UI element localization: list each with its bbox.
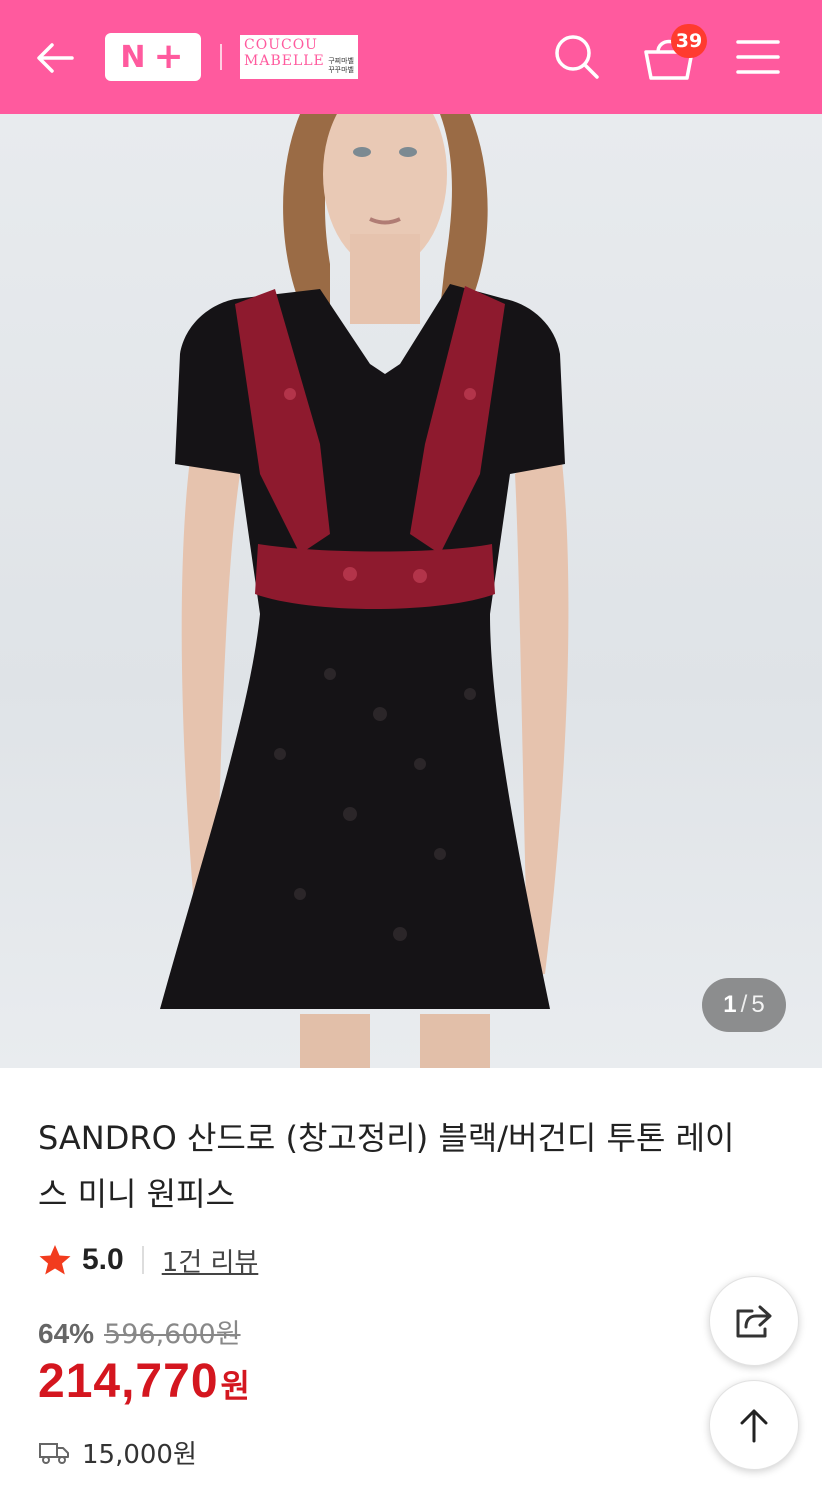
header-divider	[220, 44, 222, 70]
discount-row: 64% 596,600원	[38, 1312, 241, 1351]
brand-logo-line1: COUCOU	[244, 37, 318, 53]
image-counter-current: 1	[723, 991, 737, 1018]
product-title: SANDRO 산드로 (창고정리) 블랙/버건디 투톤 레이스 미니 원피스	[38, 1119, 735, 1213]
nplus-logo-text: N	[120, 39, 148, 75]
rating-row: 5.0 1건 리뷰	[38, 1240, 258, 1280]
image-counter-separator: /	[740, 991, 748, 1018]
share-button[interactable]	[709, 1276, 799, 1366]
truck-icon	[39, 1443, 69, 1464]
original-price: 596,600원	[104, 1319, 241, 1350]
brand-logo[interactable]: COUCOU MABELLE 구찌마벨 꾸꾸마벨	[240, 35, 358, 79]
app-header: N + COUCOU MABELLE 구찌마벨 꾸꾸마벨 39	[0, 0, 822, 114]
search-icon	[555, 35, 599, 79]
price-unit: 원	[220, 1367, 250, 1405]
product-image[interactable]	[0, 114, 822, 1068]
discount-percent: 64%	[38, 1318, 95, 1349]
cart-count-badge: 39	[671, 24, 707, 58]
image-counter-total: 5	[751, 991, 765, 1018]
review-link[interactable]: 1건 리뷰	[162, 1242, 259, 1279]
rating-divider	[141, 1246, 144, 1274]
back-arrow-icon	[37, 43, 74, 73]
menu-button[interactable]	[734, 36, 782, 78]
price-row: 214,770 원	[38, 1354, 250, 1409]
sale-price: 214,770	[38, 1355, 219, 1408]
brand-logo-korean: 구찌마벨 꾸꾸마벨	[328, 57, 354, 74]
shipping-row: 15,000원	[38, 1434, 197, 1470]
arrow-up-icon	[740, 1409, 768, 1443]
share-icon	[736, 1305, 772, 1338]
scroll-to-top-button[interactable]	[709, 1380, 799, 1470]
back-button[interactable]	[30, 33, 80, 83]
product-photo-dress	[160, 114, 569, 1068]
star-icon	[39, 1245, 71, 1275]
shipping-fee: 15,000원	[82, 1439, 197, 1470]
search-button[interactable]	[550, 30, 604, 84]
image-counter: 1 / 5	[702, 978, 786, 1032]
rating-value: 5.0	[82, 1243, 124, 1276]
hamburger-menu-icon	[736, 40, 780, 74]
nplus-logo[interactable]: N +	[105, 33, 201, 81]
